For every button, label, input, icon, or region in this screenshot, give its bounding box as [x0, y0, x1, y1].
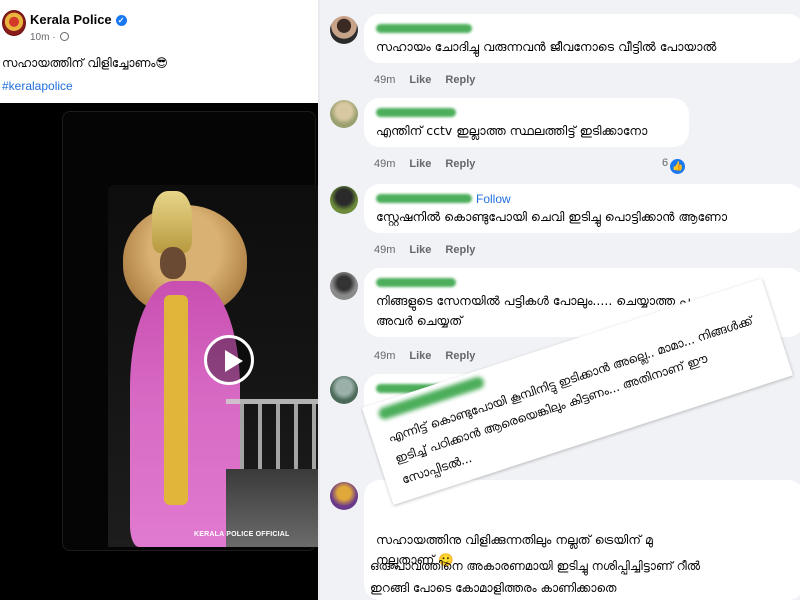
commenter-name-redacted[interactable]: [376, 108, 456, 117]
railing-image: [226, 399, 318, 469]
comment-actions: 49m Like Reply: [374, 74, 489, 86]
commenter-name-redacted[interactable]: [376, 194, 472, 203]
comment-text: സ്റ്റേഷനിൽ കൊണ്ടുപോയി ചെവി ഇടിച്ചു പൊട്ട…: [376, 209, 728, 224]
comment-text-line: സഹായത്തിനു വിളിക്കുന്നതിലും നല്ലത് ട്രെയ…: [376, 530, 792, 550]
like-button[interactable]: Like: [409, 158, 431, 170]
reaction-count[interactable]: 6 👍: [662, 157, 686, 174]
follow-button[interactable]: Follow: [476, 192, 511, 206]
reply-button[interactable]: Reply: [445, 74, 475, 86]
comment-actions: 49m Like Reply: [374, 434, 489, 446]
crown-image: [152, 191, 192, 253]
like-button[interactable]: Like: [409, 434, 431, 446]
post-card: Kerala Police ✓ 10m · സഹായത്തിന് വിളിച്ചോ…: [0, 0, 318, 600]
like-reaction-icon: 👍: [670, 159, 686, 174]
commenter-avatar[interactable]: [330, 100, 358, 128]
page-logo-avatar[interactable]: [2, 10, 26, 36]
commenter-avatar[interactable]: [330, 482, 358, 510]
comment-bubble: നിങ്ങളുടെ സേനയിൽ പട്ടികൾ പോലും..... ചെയ്…: [364, 268, 800, 337]
comment-time[interactable]: 49m: [374, 74, 395, 86]
commenter-name-redacted[interactable]: [376, 24, 472, 33]
comment-time[interactable]: 49m: [374, 244, 395, 256]
globe-icon: [60, 32, 70, 41]
reply-button[interactable]: Reply: [445, 158, 475, 170]
comment-text: എന്തിന് cctv ഇല്ലാത്ത സ്ഥലത്തിട്ട് ഇടിക്…: [376, 123, 648, 138]
commenter-avatar[interactable]: [330, 16, 358, 44]
scarf-image: [164, 295, 188, 505]
performer-face-image: [160, 247, 186, 279]
play-icon[interactable]: [204, 335, 254, 385]
like-button[interactable]: Like: [409, 350, 431, 362]
reply-button[interactable]: Reply: [445, 244, 475, 256]
post-caption: സഹായത്തിന് വിളിച്ചോണം😎: [2, 56, 168, 70]
comment-time[interactable]: 49m: [374, 350, 395, 362]
hashtag-link[interactable]: #keralapolice: [2, 79, 73, 93]
comments-section: സഹായം ചോദിച്ചു വരുന്നവൻ ജീവനോടെ വീട്ടിൽ …: [320, 0, 800, 600]
commenter-avatar[interactable]: [330, 272, 358, 300]
verified-badge-icon: ✓: [115, 15, 127, 26]
post-meta: 10m ·: [30, 32, 70, 43]
comment-time[interactable]: 49m: [374, 158, 395, 170]
comment-text: സഹായം ചോദിച്ചു വരുന്നവൻ ജീവനോടെ വീട്ടിൽ …: [376, 39, 717, 54]
like-button[interactable]: Like: [409, 74, 431, 86]
page-name-link[interactable]: Kerala Police ✓: [30, 12, 127, 27]
video-thumbnail[interactable]: KERALA POLICE OFFICIAL: [108, 185, 318, 547]
post-header: Kerala Police ✓ 10m ·: [0, 0, 318, 50]
video-player[interactable]: KERALA POLICE OFFICIAL: [0, 103, 318, 600]
comment-text: അടിച്ചു കൊല്ലാനാ: [376, 399, 480, 414]
commenter-name-redacted[interactable]: [376, 278, 456, 287]
video-watermark: KERALA POLICE OFFICIAL: [194, 531, 290, 538]
post-timestamp[interactable]: 10m: [30, 32, 49, 43]
comment-actions: 49m Like Reply: [374, 350, 489, 362]
comment-bubble: അടിച്ചു കൊല്ലാനാ: [364, 374, 554, 423]
comment-time[interactable]: 49m: [374, 434, 395, 446]
comment-text-line-3: ഒരു പാവത്തിനെ അകാരണമായി ഇടിച്ചു നശിപ്പിച…: [370, 559, 701, 573]
reply-button[interactable]: Reply: [445, 350, 475, 362]
comment-bubble: സഹായം ചോദിച്ചു വരുന്നവൻ ജീവനോടെ വീട്ടിൽ …: [364, 14, 800, 63]
commenter-avatar[interactable]: [330, 376, 358, 404]
comment-text-line-1: സഹായത്തിനു വിളിക്കുന്നതിലും നല്ലത് ട്രെയ…: [376, 532, 653, 547]
reply-button[interactable]: Reply: [445, 434, 475, 446]
comment-text-line: അവർ ചെയ്യത്: [376, 313, 463, 328]
page-name-text[interactable]: Kerala Police: [30, 12, 112, 27]
comment-bubble: Follow സ്റ്റേഷനിൽ കൊണ്ടുപോയി ചെവി ഇടിച്ച…: [364, 184, 800, 233]
comment-bubble: എന്തിന് cctv ഇല്ലാത്ത സ്ഥലത്തിട്ട് ഇടിക്…: [364, 98, 689, 147]
commenter-name-redacted[interactable]: [376, 384, 496, 393]
like-button[interactable]: Like: [409, 244, 431, 256]
comment-text-line-4: ഇറങ്ങി പോടെ കോമാളിത്തരം കാണിക്കാതെ: [370, 581, 617, 595]
comment-actions: 49m Like Reply: [374, 158, 489, 170]
commenter-avatar[interactable]: [330, 186, 358, 214]
reaction-count-number: 6: [662, 157, 669, 169]
comment-text-line: നിങ്ങളുടെ സേനയിൽ പട്ടികൾ പോലും..... ചെയ്…: [376, 293, 690, 308]
comment-actions: 49m Like Reply: [374, 244, 489, 256]
